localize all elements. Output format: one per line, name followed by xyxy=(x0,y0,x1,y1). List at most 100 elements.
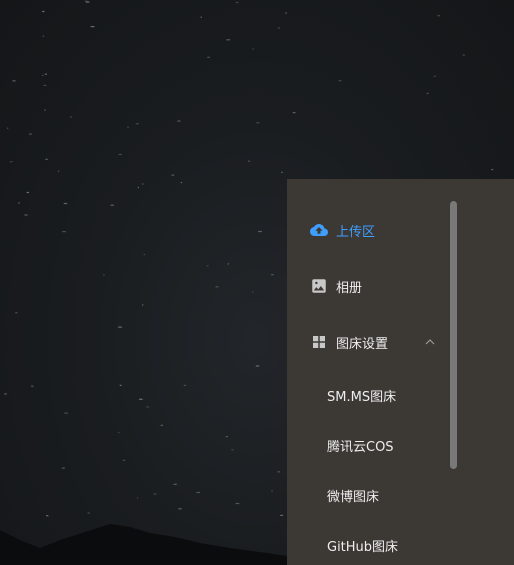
star-speck xyxy=(57,170,60,172)
star-speck xyxy=(271,274,274,276)
submenu-item-tencent-cos[interactable]: 腾讯云COS xyxy=(287,420,447,470)
star-speck xyxy=(153,493,157,495)
image-icon xyxy=(312,279,326,293)
chevron-up-icon[interactable] xyxy=(424,336,436,348)
star-speck xyxy=(227,263,229,265)
star-speck xyxy=(64,412,68,414)
star-speck xyxy=(183,384,187,386)
submenu-label: GitHub图床 xyxy=(327,539,399,555)
star-speck xyxy=(44,73,47,75)
star-speck xyxy=(252,291,254,293)
star-speck xyxy=(462,54,465,56)
menu-item-upload[interactable]: 上传区 xyxy=(287,205,447,255)
star-speck xyxy=(252,48,254,50)
app-window: 上传区 相册 图床设置 SM.MS图床 腾讯云COS 微博图床 GitHub图床 xyxy=(0,0,514,565)
star-speck xyxy=(26,191,29,194)
menu-item-settings[interactable]: 图床设置 xyxy=(287,317,447,367)
star-speck xyxy=(206,265,209,267)
menu-item-album[interactable]: 相册 xyxy=(287,261,447,311)
star-speck xyxy=(62,231,66,233)
star-speck xyxy=(200,16,202,18)
star-speck xyxy=(248,160,250,162)
star-speck xyxy=(119,384,122,386)
star-speck xyxy=(142,304,144,306)
star-speck xyxy=(280,514,284,516)
star-speck xyxy=(255,365,260,367)
star-speck xyxy=(61,467,65,469)
menu-label-settings: 图床设置 xyxy=(336,336,389,352)
mountain-silhouette xyxy=(0,524,287,565)
submenu-item-weibo[interactable]: 微博图床 xyxy=(287,470,447,520)
star-speck xyxy=(271,490,273,492)
star-speck xyxy=(226,39,231,41)
menu-label-album: 相册 xyxy=(336,280,363,296)
star-speck xyxy=(137,497,139,499)
star-speck xyxy=(42,10,45,13)
star-speck xyxy=(127,126,129,128)
star-speck xyxy=(118,431,120,434)
star-speck xyxy=(9,161,13,163)
star-speck xyxy=(122,459,126,461)
star-speck xyxy=(46,515,49,517)
star-speck xyxy=(433,75,436,77)
star-speck xyxy=(15,312,18,314)
star-speck xyxy=(63,202,68,205)
star-speck xyxy=(87,512,90,514)
sidebar-menu: 上传区 相册 图床设置 SM.MS图床 腾讯云COS 微博图床 GitHub图床 xyxy=(287,179,514,565)
submenu-item-smms[interactable]: SM.MS图床 xyxy=(287,370,447,420)
star-speck xyxy=(277,471,281,473)
star-speck xyxy=(235,1,239,4)
star-speck xyxy=(177,120,181,122)
star-speck xyxy=(277,27,281,29)
star-speck xyxy=(4,393,7,395)
star-speck xyxy=(90,26,95,28)
star-speck xyxy=(173,483,177,485)
star-speck xyxy=(45,158,48,160)
star-speck xyxy=(18,202,20,204)
star-speck xyxy=(141,183,144,185)
star-speck xyxy=(146,406,150,408)
star-speck xyxy=(256,122,260,124)
star-speck xyxy=(491,169,494,171)
star-speck xyxy=(160,424,163,426)
star-speck xyxy=(207,56,210,58)
star-speck xyxy=(24,214,28,216)
star-speck xyxy=(110,204,114,206)
scrollbar-thumb[interactable] xyxy=(450,201,457,469)
star-speck xyxy=(281,171,283,173)
star-speck xyxy=(178,508,182,510)
star-speck xyxy=(85,1,90,3)
star-speck xyxy=(338,80,342,82)
star-speck xyxy=(235,502,240,505)
star-speck xyxy=(143,253,145,256)
star-speck xyxy=(44,109,46,111)
star-speck xyxy=(292,112,296,114)
star-speck xyxy=(6,127,9,129)
star-speck xyxy=(135,123,139,125)
star-speck xyxy=(139,398,143,400)
star-speck xyxy=(285,12,287,14)
menu-label-upload: 上传区 xyxy=(336,224,376,240)
star-speck xyxy=(43,84,47,86)
submenu-label: SM.MS图床 xyxy=(327,389,397,405)
star-speck xyxy=(137,186,139,189)
cloud-upload-icon xyxy=(310,224,328,236)
star-speck xyxy=(171,174,175,176)
star-speck xyxy=(31,385,34,387)
star-speck xyxy=(118,326,122,328)
star-speck xyxy=(437,15,441,17)
star-speck xyxy=(426,92,429,94)
submenu-label: 微博图床 xyxy=(327,489,380,505)
grid-icon xyxy=(313,336,325,348)
star-speck xyxy=(102,274,105,276)
star-speck xyxy=(258,230,262,233)
star-speck xyxy=(180,182,182,184)
submenu-item-github[interactable]: GitHub图床 xyxy=(287,520,447,565)
star-speck xyxy=(42,35,45,37)
submenu-label: 腾讯云COS xyxy=(327,439,394,455)
star-speck xyxy=(215,286,219,288)
star-speck xyxy=(42,74,44,76)
star-speck xyxy=(231,449,234,451)
star-speck xyxy=(12,80,16,82)
star-speck xyxy=(196,491,200,494)
